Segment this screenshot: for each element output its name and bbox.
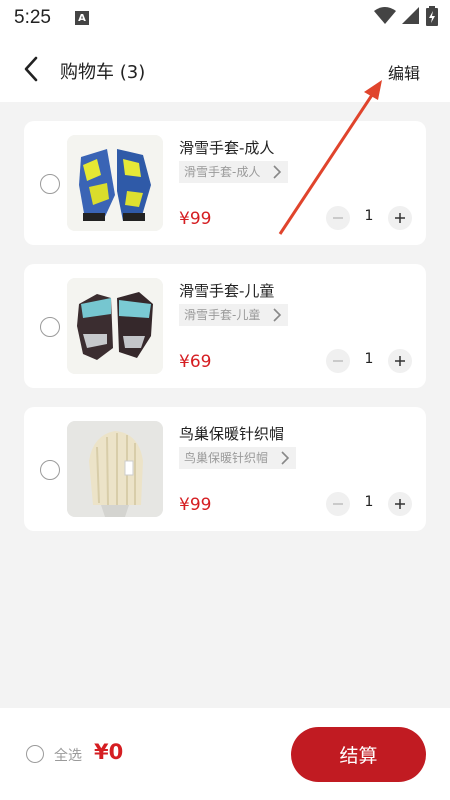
back-button[interactable] [16, 54, 46, 84]
chevron-right-icon [273, 308, 282, 322]
annotation-arrow-icon [278, 80, 382, 235]
checkout-bar: 全选 ¥0 结算 [0, 708, 450, 800]
status-time: 5:25 [14, 7, 51, 28]
product-name[interactable]: 滑雪手套-儿童 [179, 280, 274, 301]
product-spec-label: 鸟巢保暖针织帽 [184, 451, 269, 465]
decrease-button[interactable] [326, 492, 350, 516]
cart-item: 滑雪手套-成人 滑雪手套-成人 ¥99 1 [24, 121, 426, 245]
select-all-radio[interactable] [26, 745, 44, 763]
plus-icon [395, 356, 405, 366]
cart-item: 滑雪手套-儿童 滑雪手套-儿童 ¥69 1 [24, 264, 426, 388]
page-title: 购物车 (3) [60, 58, 145, 84]
decrease-button[interactable] [326, 206, 350, 230]
header: 购物车 (3) 编辑 [0, 36, 450, 102]
wifi-icon [374, 7, 396, 24]
quantity-value[interactable]: 1 [360, 494, 378, 510]
select-all-label[interactable]: 全选 [54, 745, 82, 765]
cart-count: (3) [119, 62, 146, 83]
ski-gloves-adult-image [67, 135, 163, 231]
increase-button[interactable] [388, 492, 412, 516]
item-select-radio[interactable] [40, 174, 60, 194]
increase-button[interactable] [388, 349, 412, 373]
product-spec-selector[interactable]: 滑雪手套-成人 [179, 161, 289, 183]
signal-icon [402, 7, 419, 24]
chevron-right-icon [281, 451, 290, 465]
product-image[interactable] [67, 278, 163, 374]
status-bar: 5:25 A [0, 0, 450, 36]
page-title-text: 购物车 [60, 62, 114, 83]
minus-icon [333, 503, 343, 505]
product-image[interactable] [67, 135, 163, 231]
product-price: ¥99 [179, 495, 212, 515]
status-icons [374, 6, 438, 26]
product-spec-label: 滑雪手套-成人 [184, 165, 261, 179]
quantity-stepper: 1 [326, 492, 412, 516]
product-spec-label: 滑雪手套-儿童 [184, 308, 261, 322]
product-price: ¥99 [179, 209, 212, 229]
quantity-stepper: 1 [326, 349, 412, 373]
knit-hat-image [67, 421, 163, 517]
quantity-value[interactable]: 1 [360, 208, 378, 224]
minus-icon [333, 217, 343, 219]
quantity-stepper: 1 [326, 206, 412, 230]
product-spec-selector[interactable]: 滑雪手套-儿童 [179, 304, 289, 326]
notification-icon: A [74, 11, 89, 25]
chevron-right-icon [273, 165, 282, 179]
product-name[interactable]: 滑雪手套-成人 [179, 137, 274, 158]
plus-icon [395, 213, 405, 223]
product-image[interactable] [67, 421, 163, 517]
item-select-radio[interactable] [40, 460, 60, 480]
edit-button[interactable]: 编辑 [388, 60, 420, 84]
product-name[interactable]: 鸟巢保暖针织帽 [179, 423, 284, 444]
total-price: ¥0 [94, 740, 124, 764]
minus-icon [333, 360, 343, 362]
plus-icon [395, 499, 405, 509]
quantity-value[interactable]: 1 [360, 351, 378, 367]
increase-button[interactable] [388, 206, 412, 230]
ski-gloves-kids-image [67, 278, 163, 374]
product-price: ¥69 [179, 352, 212, 372]
chevron-left-icon [24, 56, 38, 82]
checkout-button[interactable]: 结算 [291, 727, 426, 782]
battery-icon [426, 6, 438, 26]
product-spec-selector[interactable]: 鸟巢保暖针织帽 [179, 447, 297, 469]
item-select-radio[interactable] [40, 317, 60, 337]
cart-item: 鸟巢保暖针织帽 鸟巢保暖针织帽 ¥99 1 [24, 407, 426, 531]
decrease-button[interactable] [326, 349, 350, 373]
